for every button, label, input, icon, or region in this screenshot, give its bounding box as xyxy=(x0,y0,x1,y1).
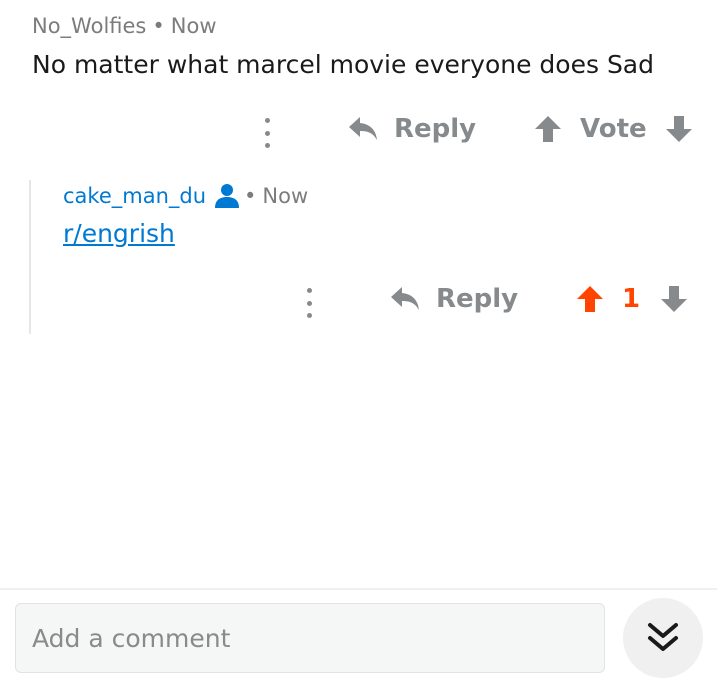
comment-input[interactable]: Add a comment xyxy=(15,603,605,673)
comment-time: Now xyxy=(262,184,309,208)
kebab-menu-icon[interactable] xyxy=(264,118,270,148)
reply-arrow-icon xyxy=(349,117,377,140)
upvote-arrow-icon[interactable] xyxy=(534,115,562,143)
double-chevron-down-icon xyxy=(648,623,678,651)
downvote-arrow-icon[interactable] xyxy=(660,285,688,313)
meta-separator: • xyxy=(244,184,257,208)
downvote-arrow-icon[interactable] xyxy=(665,115,693,143)
reply-button[interactable]: Reply xyxy=(390,284,518,314)
meta-separator: • xyxy=(152,14,165,38)
reply-label: Reply xyxy=(436,284,519,314)
comment-input-placeholder: Add a comment xyxy=(32,623,231,653)
comment-meta: No_Wolfies • Now xyxy=(32,14,217,38)
user-icon xyxy=(215,184,240,208)
reply-label: Reply xyxy=(394,114,477,144)
composer-divider xyxy=(0,588,717,590)
vote-label: Vote xyxy=(580,114,647,144)
subreddit-link[interactable]: r/engrish xyxy=(63,219,175,248)
comment-author[interactable]: cake_man_du xyxy=(63,184,206,208)
vote-controls: Vote xyxy=(534,114,693,144)
reply-button[interactable]: Reply xyxy=(348,114,476,144)
comment-body: No matter what marcel movie everyone doe… xyxy=(32,50,654,79)
comment-author[interactable]: No_Wolfies xyxy=(32,14,146,38)
kebab-menu-icon[interactable] xyxy=(306,288,312,318)
thread-line[interactable] xyxy=(29,180,31,334)
collapse-comments-button[interactable] xyxy=(623,598,703,678)
vote-score: 1 xyxy=(622,284,641,314)
vote-controls: 1 xyxy=(576,284,688,314)
comment-meta: cake_man_du • Now xyxy=(63,183,308,209)
reply-arrow-icon xyxy=(391,287,419,310)
comment-time: Now xyxy=(170,14,217,38)
upvote-arrow-icon[interactable] xyxy=(576,285,604,313)
comment-body: r/engrish xyxy=(63,219,175,248)
